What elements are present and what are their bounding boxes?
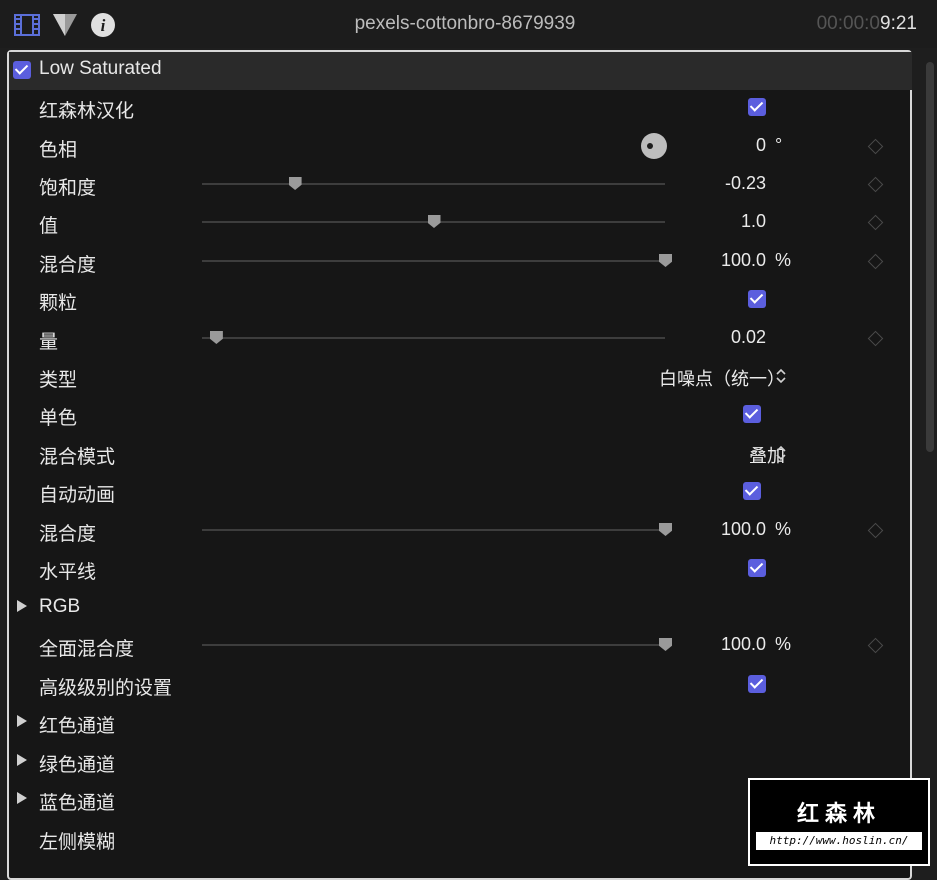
row-label: 自动动画 [39, 485, 116, 506]
row-label: 单色 [39, 408, 78, 429]
row-label: 红色通道 [39, 716, 116, 737]
row-rgb[interactable]: RGB [0, 588, 930, 626]
row-label: 左侧模糊 [39, 832, 116, 853]
amount-value[interactable]: 0.02 [731, 327, 766, 348]
keyframe-diamond-icon[interactable] [867, 522, 884, 539]
mix-value[interactable]: 100.0 [721, 519, 766, 540]
watermark-title: 红森林 [796, 801, 881, 826]
row-label: 蓝色通道 [39, 793, 116, 814]
grain-checkbox[interactable] [748, 290, 766, 308]
row-mix1: 混合度 100.0 % [0, 242, 930, 280]
row-auto-animate: 自动动画 [0, 472, 930, 510]
row-label: 量 [39, 332, 59, 353]
row-red-channel[interactable]: 红色通道 [0, 703, 930, 741]
global-mix-unit: % [775, 634, 792, 654]
slider-thumb[interactable] [209, 331, 223, 344]
row-mix2: 混合度 100.0 % [0, 511, 930, 549]
timecode: 00:00:09:21 [817, 13, 917, 35]
slider-thumb[interactable] [659, 638, 672, 651]
row-horizontal: 水平线 [0, 549, 930, 587]
slider-thumb[interactable] [659, 523, 672, 536]
horizontal-checkbox[interactable] [748, 559, 766, 577]
watermark-logo: 红森林 http://www.hoslin.cn/ [748, 778, 930, 866]
row-label: 混合度 [39, 524, 97, 545]
popup-arrows-icon[interactable] [776, 368, 786, 384]
row-label: RGB [39, 596, 81, 617]
row-value: 值 1.0 [0, 203, 930, 241]
row-type: 类型 白噪点（统一） [0, 357, 930, 395]
keyframe-diamond-icon[interactable] [867, 330, 884, 347]
disclosure-triangle-icon[interactable] [17, 715, 27, 727]
value-value[interactable]: 1.0 [741, 211, 766, 232]
keyframe-diamond-icon[interactable] [867, 253, 884, 270]
global-mix-value[interactable]: 100.0 [721, 634, 766, 655]
row-label: 高级级别的设置 [39, 678, 173, 699]
saturation-value[interactable]: -0.23 [725, 173, 766, 194]
popup-arrows-icon[interactable] [776, 445, 786, 461]
hue-dial-icon[interactable] [641, 133, 667, 159]
row-label: 值 [39, 216, 59, 237]
row-label: 颗粒 [39, 293, 78, 314]
row-label: 水平线 [39, 562, 97, 583]
slider-thumb[interactable] [659, 254, 672, 267]
mix-unit: % [775, 250, 792, 270]
row-advanced: 高级级别的设置 [0, 665, 930, 703]
row-hue: 色相 0 ° [0, 127, 930, 165]
keyframe-diamond-icon[interactable] [867, 637, 884, 654]
row-label: 混合度 [39, 255, 97, 276]
global-mix-slider[interactable] [202, 638, 672, 651]
auto-animate-checkbox[interactable] [743, 482, 761, 500]
row-blend-mode: 混合模式 叠加 [0, 434, 930, 472]
mix-slider[interactable] [202, 254, 672, 267]
mono-checkbox[interactable] [743, 405, 761, 423]
row-label: 红森林汉化 [39, 101, 135, 122]
row-green-channel[interactable]: 绿色通道 [0, 742, 930, 780]
hue-value[interactable]: 0 [756, 135, 766, 156]
timecode-bright: 9:21 [880, 13, 917, 34]
saturation-slider[interactable] [202, 177, 665, 190]
effect-name: Low Saturated [39, 58, 162, 79]
disclosure-triangle-icon[interactable] [17, 792, 27, 804]
watermark-url: http://www.hoslin.cn/ [756, 832, 922, 850]
hue-unit: ° [775, 135, 783, 155]
row-amount: 量 0.02 [0, 319, 930, 357]
slider-thumb[interactable] [427, 215, 441, 228]
row-label: 类型 [39, 370, 78, 391]
row-label: 色相 [39, 140, 78, 161]
disclosure-triangle-icon[interactable] [17, 754, 27, 766]
keyframe-diamond-icon[interactable] [867, 138, 884, 155]
advanced-checkbox[interactable] [748, 675, 766, 693]
timecode-dim: 00:00:0 [816, 13, 881, 34]
mix-value[interactable]: 100.0 [721, 250, 766, 271]
row-label: 饱和度 [39, 178, 97, 199]
effect-enable-checkbox[interactable] [13, 61, 31, 79]
mix-slider[interactable] [202, 523, 672, 536]
row-saturation: 饱和度 -0.23 [0, 165, 930, 203]
mix-unit: % [775, 519, 792, 539]
row-global-mix: 全面混合度 100.0 % [0, 626, 930, 664]
keyframe-diamond-icon[interactable] [867, 176, 884, 193]
localize-checkbox[interactable] [748, 98, 766, 116]
disclosure-triangle-icon[interactable] [17, 600, 27, 612]
row-label: 混合模式 [39, 447, 116, 468]
row-mono: 单色 [0, 395, 930, 433]
inspector-topbar: i pexels-cottonbro-8679939 00:00:09:21 [0, 0, 937, 48]
value-slider[interactable] [202, 215, 665, 228]
row-grain: 颗粒 [0, 280, 930, 318]
row-label: 全面混合度 [39, 639, 135, 660]
amount-slider[interactable] [202, 331, 665, 344]
row-label: 绿色通道 [39, 755, 116, 776]
type-popup[interactable]: 白噪点（统一） [659, 365, 785, 391]
clip-title: pexels-cottonbro-8679939 [354, 13, 576, 34]
row-localize: 红森林汉化 [0, 88, 930, 126]
slider-thumb[interactable] [288, 177, 302, 190]
keyframe-diamond-icon[interactable] [867, 214, 884, 231]
